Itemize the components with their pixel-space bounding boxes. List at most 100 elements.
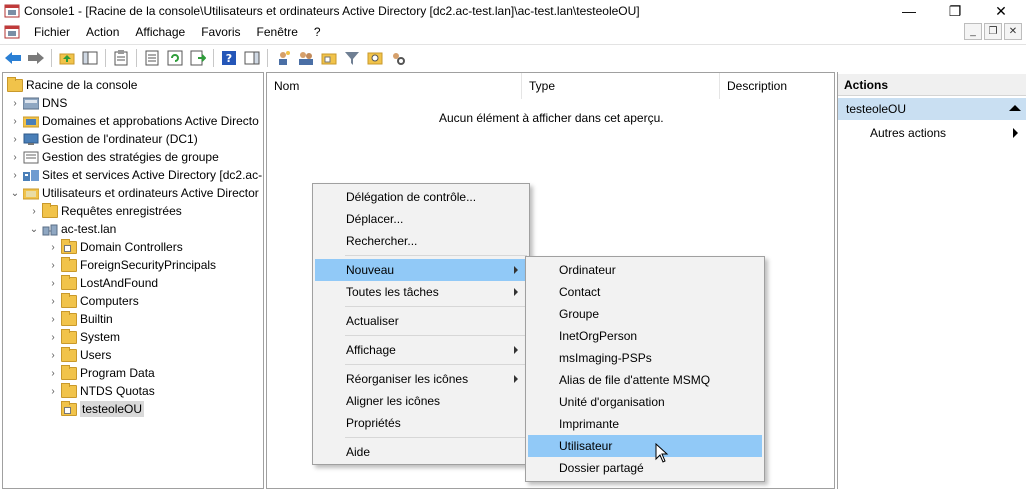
collapse-up-icon[interactable] [1009,105,1021,111]
chevron-right-icon[interactable]: › [9,98,21,109]
chevron-right-icon[interactable]: › [47,386,59,397]
up-folder-icon[interactable] [57,48,76,67]
tree-root[interactable]: Racine de la console [5,76,137,94]
tree-item-ntds-quotas[interactable]: › NTDS Quotas [47,382,155,400]
tree-label: Utilisateurs et ordinateurs Active Direc… [42,186,259,200]
menu-item-view[interactable]: Affichage [315,339,527,361]
mdi-close-button[interactable]: ✕ [1004,23,1022,40]
tree-item-lost-and-found[interactable]: › LostAndFound [47,274,158,292]
properties-icon[interactable] [142,48,161,67]
tree-label: Users [80,348,112,362]
menu-item-arrange-icons[interactable]: Réorganiser les icônes [315,368,527,390]
document-icon[interactable] [4,25,20,39]
chevron-right-icon[interactable]: › [47,296,59,307]
chevron-right-icon[interactable]: › [47,332,59,343]
menu-item-line-up-icons[interactable]: Aligner les icônes [315,390,527,412]
menu-action[interactable]: Action [78,25,127,39]
tree-item-builtin[interactable]: › Builtin [47,310,113,328]
menu-help[interactable]: ? [306,25,329,39]
find-users-icon[interactable] [388,48,407,67]
submenu-item-contact[interactable]: Contact [528,281,762,303]
tree-item-users[interactable]: › Users [47,346,111,364]
menu-item-new[interactable]: Nouveau [315,259,527,281]
chevron-right-icon[interactable]: › [47,350,59,361]
tree-item-computer-management[interactable]: › Gestion de l'ordinateur (DC1) [9,130,197,148]
menu-item-find[interactable]: Rechercher... [315,230,527,252]
context-menu: Délégation de contrôle... Déplacer... Re… [312,183,530,465]
tree-item-users-computers[interactable]: ⌄ Utilisateurs et ordinateurs Active Dir… [9,184,259,202]
submenu-item-user[interactable]: Utilisateur [528,435,762,457]
chevron-right-icon[interactable]: › [9,170,21,181]
column-header-name[interactable]: Nom [267,73,522,99]
menu-item-all-tasks[interactable]: Toutes les tâches [315,281,527,303]
menu-favoris[interactable]: Favoris [193,25,248,39]
tree-item-sites-services[interactable]: › Sites et services Active Directory [dc… [9,166,262,184]
tree-item-system[interactable]: › System [47,328,120,346]
tree-item-computers[interactable]: › Computers [47,292,139,310]
mdi-restore-button[interactable]: ❐ [984,23,1002,40]
back-icon[interactable] [3,48,22,67]
chevron-down-icon[interactable]: ⌄ [9,188,21,199]
submenu-item-inetorgperson[interactable]: InetOrgPerson [528,325,762,347]
chevron-right-icon[interactable]: › [47,314,59,325]
menu-item-help[interactable]: Aide [315,441,527,463]
tree-item-testeoleou[interactable]: testeoleOU [59,400,145,418]
folder-icon [61,346,77,362]
more-actions-item[interactable]: Autres actions [870,124,946,142]
tree-item-dns[interactable]: › DNS [9,94,67,112]
chevron-right-icon[interactable]: › [47,278,59,289]
menu-item-refresh[interactable]: Actualiser [315,310,527,332]
menu-affichage[interactable]: Affichage [127,25,193,39]
clipboard-icon[interactable] [111,48,130,67]
new-user-icon[interactable] [273,48,292,67]
tree-item-program-data[interactable]: › Program Data [47,364,155,382]
mdi-minimize-button[interactable]: _ [964,23,982,40]
forward-icon[interactable] [26,48,45,67]
chevron-right-icon[interactable]: › [47,368,59,379]
restore-button[interactable]: ❐ [932,0,978,22]
menu-item-delegation[interactable]: Délégation de contrôle... [315,186,527,208]
console-tree-icon[interactable] [80,48,99,67]
add-to-group-icon[interactable] [365,48,384,67]
submenu-item-group[interactable]: Groupe [528,303,762,325]
action-pane-icon[interactable] [242,48,261,67]
column-header-description[interactable]: Description [720,73,834,99]
new-ou-icon[interactable] [319,48,338,67]
submenu-item-ou[interactable]: Unité d'organisation [528,391,762,413]
tree-item-domain[interactable]: ⌄ ac-test.lan [28,220,117,238]
submenu-item-shared-folder[interactable]: Dossier partagé [528,457,762,479]
submenu-item-msmq-alias[interactable]: Alias de file d'attente MSMQ [528,369,762,391]
new-group-icon[interactable] [296,48,315,67]
close-button[interactable]: ✕ [978,0,1024,22]
refresh-icon[interactable] [165,48,184,67]
folder-icon [7,76,23,92]
chevron-right-icon[interactable]: › [9,152,21,163]
menu-fenetre[interactable]: Fenêtre [249,25,306,39]
chevron-right-icon[interactable]: › [47,242,59,253]
export-list-icon[interactable] [188,48,207,67]
chevron-right-icon[interactable]: › [28,206,40,217]
tree-item-domains-trusts[interactable]: › Domaines et approbations Active Direct… [9,112,258,130]
submenu-item-msimaging-psps[interactable]: msImaging-PSPs [528,347,762,369]
menu-fichier[interactable]: Fichier [26,25,78,39]
tree-item-saved-queries[interactable]: › Requêtes enregistrées [28,202,182,220]
tree-label: ac-test.lan [61,222,117,236]
filter-icon[interactable] [342,48,361,67]
chevron-right-icon[interactable]: › [9,134,21,145]
tree-item-group-policy[interactable]: › Gestion des stratégies de groupe [9,148,218,166]
column-header-type[interactable]: Type [522,73,720,99]
tree-item-domain-controllers[interactable]: › Domain Controllers [47,238,183,256]
tree-label: Builtin [80,312,113,326]
chevron-down-icon[interactable]: ⌄ [28,224,40,235]
help-icon[interactable]: ? [219,48,238,67]
tree-item-foreign-security-principals[interactable]: › ForeignSecurityPrincipals [47,256,216,274]
menu-item-properties[interactable]: Propriétés [315,412,527,434]
actions-selected-item[interactable]: testeoleOU [838,98,1026,120]
minimize-button[interactable]: — [886,0,932,22]
menu-item-move[interactable]: Déplacer... [315,208,527,230]
submenu-item-computer[interactable]: Ordinateur [528,259,762,281]
submenu-item-printer[interactable]: Imprimante [528,413,762,435]
chevron-right-icon[interactable]: › [9,116,21,127]
mmc-app-icon[interactable] [4,4,20,18]
chevron-right-icon[interactable]: › [47,260,59,271]
